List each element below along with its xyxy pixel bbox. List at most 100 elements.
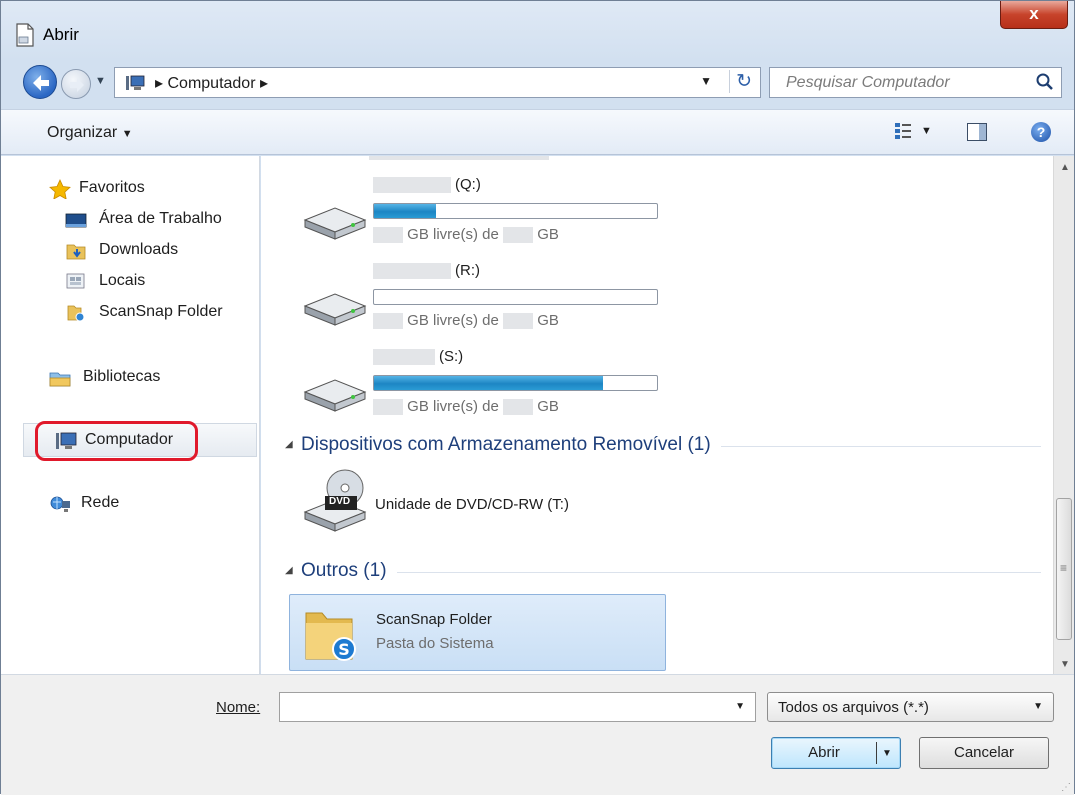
sidebar-label: Área de Trabalho: [99, 210, 222, 227]
breadcrumb[interactable]: ▸ Computador ▸: [155, 73, 268, 93]
chevron-down-icon: ▼: [121, 128, 133, 140]
scroll-up-icon[interactable]: ▲: [1060, 162, 1070, 173]
hard-drive-icon: [303, 207, 367, 240]
chevron-down-icon[interactable]: ▼: [735, 701, 745, 712]
drive-r[interactable]: (R:) GB livre(s) de GB: [301, 262, 701, 342]
drive-free-space: GB livre(s) de GB: [373, 312, 559, 330]
file-list: (Q:) GB livre(s) de GB (R:) GB livre(s) …: [261, 156, 1053, 674]
unit-label: GB: [537, 398, 559, 415]
dvd-drive[interactable]: DVD Unidade de DVD/CD-RW (T:): [301, 466, 701, 536]
organize-menu[interactable]: Organizar ▼: [47, 124, 133, 142]
close-icon: x: [1029, 4, 1039, 23]
dialog-footer: Nome: ▼ Todos os arquivos (*.*) ▼ Abrir …: [1, 674, 1074, 795]
name-label-text: Nome:: [216, 699, 261, 716]
drive-letter: (Q:): [455, 176, 481, 193]
preview-pane-icon[interactable]: [967, 123, 987, 141]
drive-free-space: GB livre(s) de GB: [373, 226, 559, 244]
grip-icon: ≡: [1060, 561, 1068, 575]
drive-q[interactable]: (Q:) GB livre(s) de GB: [301, 176, 701, 256]
drive-usage-bar: [373, 203, 658, 219]
back-button[interactable]: [23, 65, 57, 99]
sidebar-label: Favoritos: [79, 179, 145, 196]
collapse-triangle-icon[interactable]: ◢: [285, 565, 293, 576]
view-options-icon[interactable]: [894, 121, 912, 141]
chevron-down-icon: ▼: [1033, 701, 1043, 712]
breadcrumb-separator-icon: ▸: [255, 75, 269, 92]
drive-name: (S:): [373, 348, 463, 368]
search-icon[interactable]: [1035, 72, 1055, 92]
drive-name: (Q:): [373, 176, 481, 196]
group-header-others[interactable]: ◢ Outros (1): [285, 560, 1041, 584]
sidebar-label: Downloads: [99, 241, 179, 258]
group-label: Outros (1): [301, 560, 397, 582]
drive-letter: (S:): [439, 348, 464, 365]
redacted-label: [373, 176, 451, 193]
help-icon[interactable]: ?: [1031, 122, 1051, 142]
title-bar: Abrir x: [1, 1, 1074, 57]
document-icon: [16, 23, 34, 47]
group-label: Dispositivos com Armazenamento Removível…: [301, 434, 721, 456]
redacted-label: [373, 348, 435, 365]
dvd-label: Unidade de DVD/CD-RW (T:): [375, 496, 569, 513]
scansnap-folder-item[interactable]: S ScanSnap Folder Pasta do Sistema: [289, 594, 666, 671]
computer-icon: [126, 75, 145, 90]
unit-label: GB: [537, 226, 559, 243]
drive-name: (R:): [373, 262, 480, 282]
file-name-input[interactable]: ▼: [279, 692, 756, 722]
breadcrumb-separator-icon: ▸: [155, 75, 168, 92]
clipped-drive-info: [369, 156, 549, 162]
file-type-select[interactable]: Todos os arquivos (*.*) ▼: [767, 692, 1054, 722]
scansnap-folder-icon: S: [305, 612, 356, 661]
libraries-icon: [49, 372, 71, 387]
address-bar[interactable]: ▸ Computador ▸ ▼ ↻: [114, 67, 761, 98]
scroll-down-icon[interactable]: ▼: [1060, 659, 1070, 670]
folder-subtitle: Pasta do Sistema: [376, 635, 494, 652]
open-button[interactable]: Abrir ▼: [771, 737, 901, 769]
close-button[interactable]: x: [1000, 1, 1068, 29]
scansnap-folder-icon: [67, 305, 85, 322]
search-input[interactable]: Pesquisar Computador: [786, 74, 950, 92]
recent-pages-dropdown[interactable]: ▼: [95, 75, 106, 87]
view-dropdown[interactable]: ▼: [921, 125, 932, 137]
scroll-thumb[interactable]: ≡: [1056, 498, 1072, 640]
resize-grip-icon[interactable]: ⋰: [1061, 782, 1071, 793]
file-type-value: Todos os arquivos (*.*): [778, 699, 929, 716]
name-label: Nome:: [216, 699, 260, 716]
search-box[interactable]: Pesquisar Computador: [769, 67, 1062, 98]
star-icon: [49, 179, 71, 199]
collapse-triangle-icon[interactable]: ◢: [285, 439, 293, 450]
unit-label: GB: [537, 312, 559, 329]
sidebar-label: ScanSnap Folder: [99, 303, 223, 320]
chevron-down-icon[interactable]: ▼: [882, 739, 892, 769]
navigation-bar: ▼ ▸ Computador ▸ ▼ ↻ Pesquisar Computado…: [1, 61, 1074, 105]
arrow-left-icon: [33, 75, 49, 91]
open-dialog: Abrir x ▼ ▸ Computador ▸ ▼ ↻ Pesquisar C…: [0, 0, 1075, 795]
vertical-scrollbar[interactable]: ▲ ≡ ▼: [1053, 156, 1074, 674]
refresh-icon[interactable]: ↻: [729, 70, 752, 93]
navigation-pane: Favoritos Área de Trabalho Downloads Loc…: [1, 156, 260, 674]
sidebar-label: Locais: [99, 272, 146, 289]
window-title: Abrir: [43, 25, 79, 44]
highlight-annotation: [35, 421, 198, 461]
drive-usage-bar: [373, 375, 658, 391]
free-label: GB livre(s) de: [407, 398, 499, 415]
drive-free-space: GB livre(s) de GB: [373, 398, 559, 416]
drive-s[interactable]: (S:) GB livre(s) de GB: [301, 348, 701, 428]
open-label: Abrir: [808, 744, 840, 761]
breadcrumb-computer[interactable]: Computador: [167, 75, 255, 92]
group-header-removable[interactable]: ◢ Dispositivos com Armazenamento Removív…: [285, 434, 1041, 458]
sidebar-label: Bibliotecas: [83, 368, 161, 385]
toolbar: Organizar ▼ ▼ ?: [1, 109, 1074, 155]
cancel-button[interactable]: Cancelar: [919, 737, 1049, 769]
arrow-right-icon: [70, 78, 84, 92]
forward-button[interactable]: [61, 69, 91, 99]
organize-label: Organizar: [47, 124, 118, 141]
drive-letter: (R:): [455, 262, 480, 279]
network-icon: [50, 496, 70, 512]
address-dropdown[interactable]: ▼: [700, 74, 712, 88]
dvd-badge: DVD: [329, 496, 351, 507]
drive-usage-bar: [373, 289, 658, 305]
redacted-label: [373, 262, 451, 279]
split-divider: [876, 742, 877, 764]
hard-drive-icon: [303, 379, 367, 412]
